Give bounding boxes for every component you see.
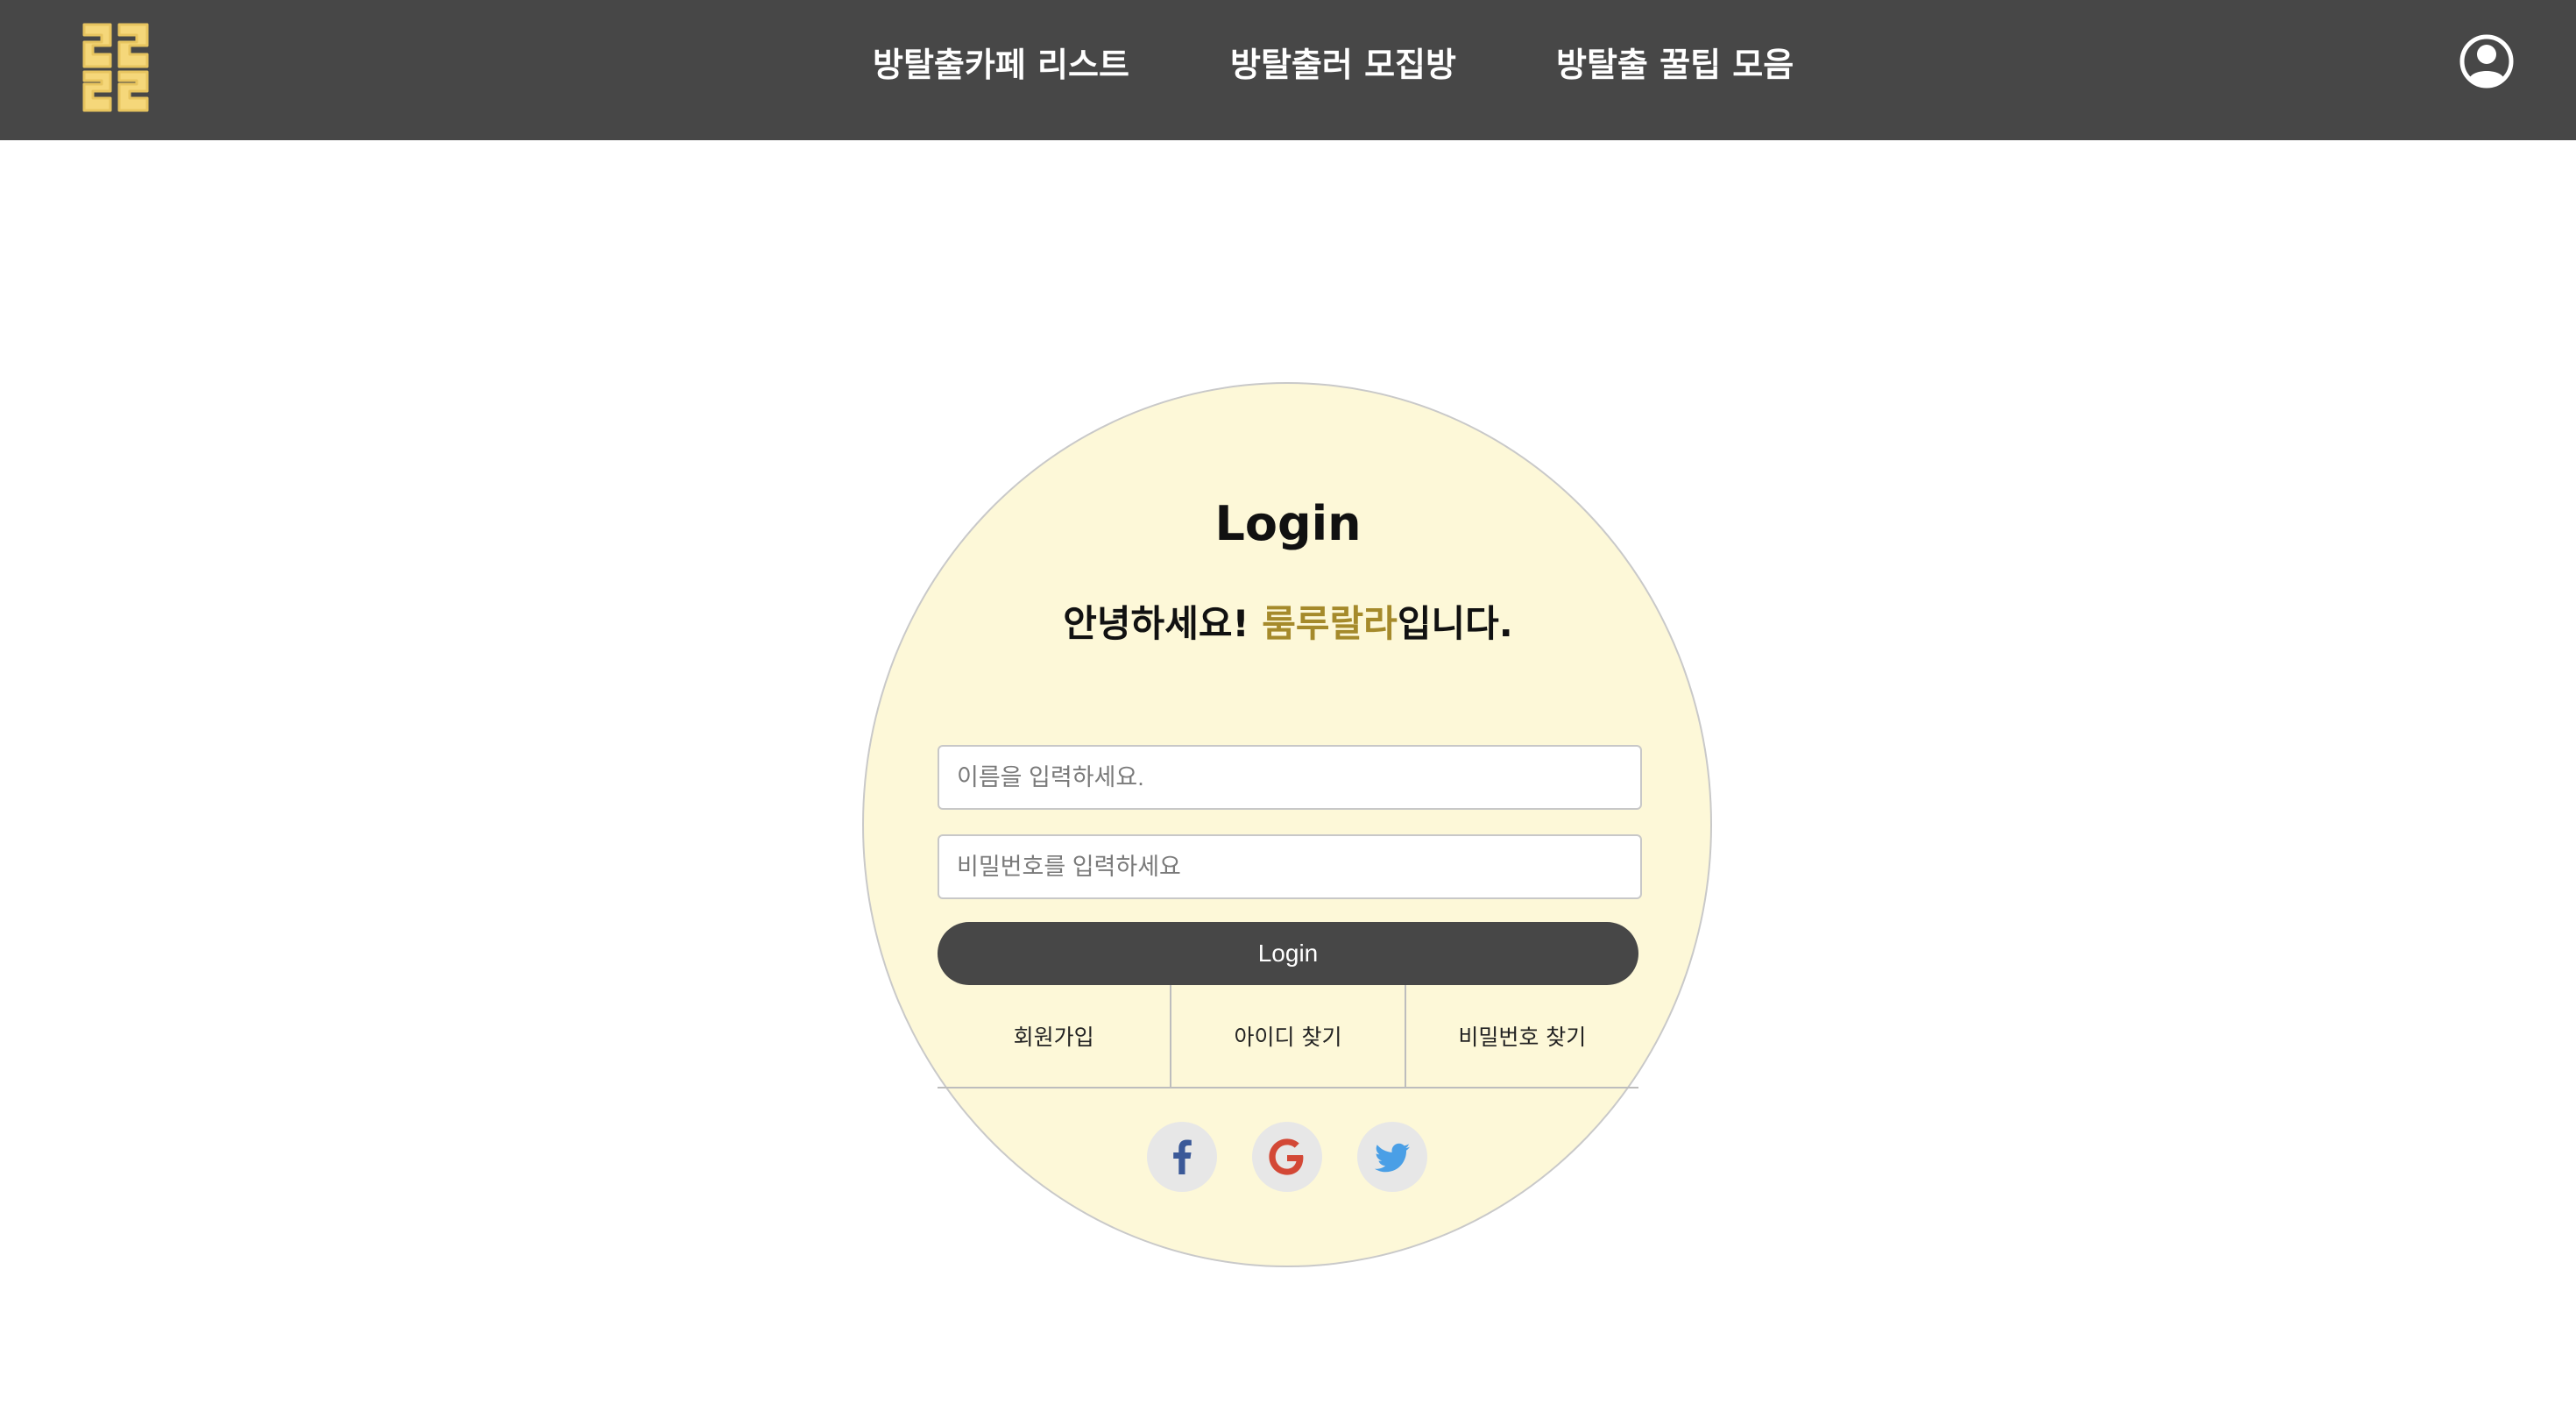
greeting-text: 안녕하세요! 룸루랄라입니다. [938,594,1638,648]
page: 방탈출카페 리스트 방탈출러 모집방 방탈출 꿀팁 모음 Login 안녕하세요… [0,0,2576,1404]
login-button[interactable]: Login [938,922,1638,985]
greeting-brand: 룸루랄라 [1262,602,1398,645]
name-input[interactable] [938,745,1642,810]
nav-escape-tips[interactable]: 방탈출 꿀팁 모음 [1556,40,1794,89]
find-id-link[interactable]: 아이디 찾기 [1170,985,1404,1087]
login-title: Login [1214,496,1362,551]
nav-escape-recruit-room[interactable]: 방탈출러 모집방 [1230,40,1456,89]
google-login-button[interactable] [1252,1122,1322,1192]
twitter-icon [1374,1143,1410,1173]
top-navbar: 방탈출카페 리스트 방탈출러 모집방 방탈출 꿀팁 모음 [0,0,2576,140]
password-input[interactable] [938,834,1642,899]
greeting-prefix: 안녕하세요! [1063,602,1263,645]
find-password-link[interactable]: 비밀번호 찾기 [1404,985,1638,1087]
facebook-icon [1173,1139,1192,1174]
logo-icon[interactable] [81,19,151,114]
greeting-suffix: 입니다. [1397,602,1513,645]
twitter-login-button[interactable] [1357,1122,1427,1192]
facebook-login-button[interactable] [1147,1122,1217,1192]
account-links: 회원가입 아이디 찾기 비밀번호 찾기 [938,985,1638,1088]
nav-escape-cafe-list[interactable]: 방탈출카페 리스트 [873,40,1129,89]
signup-link[interactable]: 회원가입 [938,985,1170,1087]
user-circle-icon[interactable] [2459,33,2515,89]
google-icon [1269,1138,1304,1175]
